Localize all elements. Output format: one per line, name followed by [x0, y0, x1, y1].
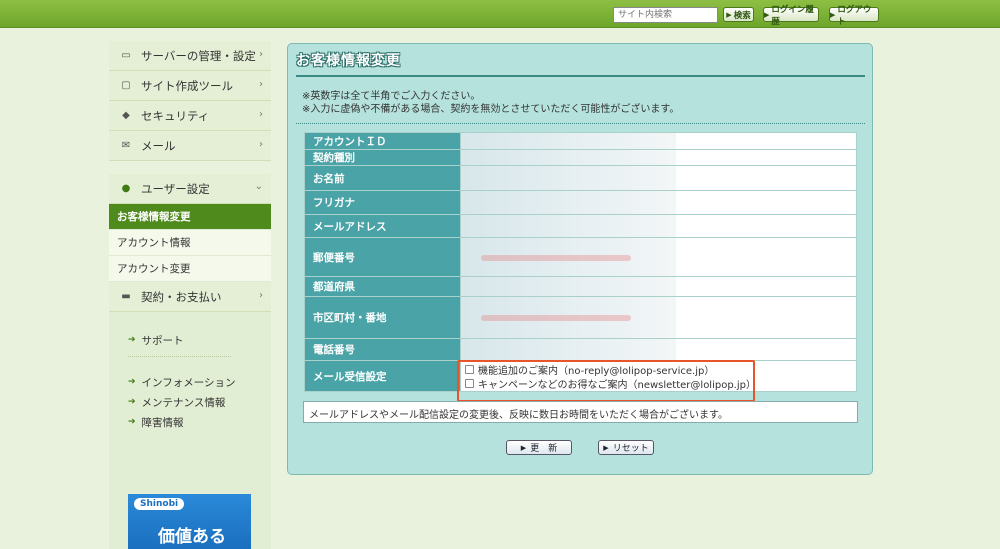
shield-icon: ◆ — [122, 110, 130, 121]
arrow-right-icon: ▶ — [726, 10, 732, 19]
customer-info-panel: お客様情報変更 ※英数字は全て半角でご入力ください。 ※入力に虚偽や不備がある場… — [287, 43, 873, 475]
field-label: 郵便番号 — [304, 237, 461, 277]
banner-text: 価値ある — [158, 527, 226, 547]
chevron-right-icon: › — [259, 290, 263, 301]
sidebar-item-user-settings[interactable]: ● ユーザー設定 ⌄ — [109, 174, 271, 204]
field-label: 契約種別 — [304, 149, 461, 166]
field-label: メール受信設定 — [304, 360, 461, 392]
note-line: ※入力に虚偽や不備がある場合、契約を無効とさせていただく可能性がございます。 — [302, 104, 680, 115]
chevron-right-icon: › — [259, 49, 263, 60]
server-icon: ▭ — [121, 50, 131, 61]
field-label: フリガナ — [304, 190, 461, 215]
form-row: 都道府県 — [304, 276, 857, 297]
laptop-icon: ▢ — [121, 80, 131, 91]
shinobi-banner[interactable]: Shinobi 価値ある — [128, 494, 251, 549]
arrow-right-icon: ▶ — [830, 10, 836, 19]
arrow-right-icon: ▶ — [520, 443, 527, 452]
field-label: 電話番号 — [304, 338, 461, 361]
form-row: 契約種別 — [304, 149, 857, 166]
form-row: メールアドレス — [304, 214, 857, 238]
arrow-right-icon: ▶ — [764, 10, 770, 19]
postal-code-field[interactable] — [460, 237, 857, 277]
field-label: 都道府県 — [304, 276, 461, 297]
update-button[interactable]: ▶ 更 新 — [506, 440, 572, 455]
link-information[interactable]: ➔ インフォメーション — [128, 372, 271, 392]
sidebar-item-server[interactable]: ▭ サーバーの管理・設定 › — [109, 41, 271, 71]
arrow-right-icon: ➔ — [128, 397, 136, 407]
field-label: アカウントＩＤ — [304, 132, 461, 150]
arrow-right-icon: ➔ — [128, 417, 136, 427]
highlight-box — [457, 360, 755, 402]
name-field[interactable] — [460, 165, 857, 191]
form-row: お名前 — [304, 165, 857, 191]
field-label: メールアドレス — [304, 214, 461, 238]
search-input[interactable] — [613, 7, 718, 23]
sidebar-item-security[interactable]: ◆ セキュリティ › — [109, 101, 271, 131]
account-id-value — [460, 132, 857, 150]
page-title: お客様情報変更 — [296, 53, 401, 69]
top-bar: ▶ 検索 ▶ ログイン履歴 ▶ ログアウト — [0, 0, 1000, 28]
logout-button[interactable]: ▶ ログアウト — [829, 5, 879, 27]
search-button[interactable]: ▶ 検索 — [723, 7, 754, 22]
field-label: 市区町村・番地 — [304, 296, 461, 339]
link-outage[interactable]: ➔ 障害情報 — [128, 412, 271, 432]
arrow-right-icon: ➔ — [128, 377, 136, 387]
card-icon: ▬ — [121, 291, 131, 302]
sidebar-sub-account-info[interactable]: アカウント情報 — [109, 230, 271, 256]
chevron-right-icon: › — [259, 79, 263, 90]
chevron-right-icon: › — [259, 139, 263, 150]
sidebar-links: ➔ サポート ➔ インフォメーション ➔ メンテナンス情報 ➔ 障害情報 — [109, 312, 271, 432]
form-row: アカウントＩＤ — [304, 132, 857, 150]
contract-type-value — [460, 149, 857, 166]
notes: ※英数字は全て半角でご入力ください。 ※入力に虚偽や不備がある場合、契約を無効と… — [302, 90, 679, 116]
title-divider — [296, 75, 865, 77]
note-line: ※英数字は全て半角でご入力ください。 — [302, 91, 481, 102]
link-support[interactable]: ➔ サポート — [128, 330, 271, 350]
customer-info-form: アカウントＩＤ 契約種別 お名前 フリガナ メールアドレス 郵便番号 都道府県 — [304, 132, 857, 392]
reset-button[interactable]: ▶ リセット — [598, 440, 654, 455]
user-icon: ● — [121, 183, 131, 194]
prefecture-select[interactable] — [460, 276, 857, 297]
form-row: 電話番号 — [304, 338, 857, 361]
banner-logo: Shinobi — [134, 498, 185, 510]
divider — [128, 356, 231, 366]
furigana-field[interactable] — [460, 190, 857, 215]
phone-field[interactable] — [460, 338, 857, 361]
sidebar: ▭ サーバーの管理・設定 › ▢ サイト作成ツール › ◆ セキュリティ › ✉… — [109, 41, 271, 549]
field-label: お名前 — [304, 165, 461, 191]
chevron-right-icon: › — [259, 109, 263, 120]
mail-icon: ✉ — [121, 140, 131, 151]
address-field[interactable] — [460, 296, 857, 339]
info-message: メールアドレスやメール配信設定の変更後、反映に数日お時間をいただく場合がございま… — [303, 401, 858, 423]
login-history-button[interactable]: ▶ ログイン履歴 — [763, 5, 819, 27]
email-field[interactable] — [460, 214, 857, 238]
notes-divider — [296, 123, 865, 124]
form-row: 郵便番号 — [304, 237, 857, 277]
sidebar-item-site-tools[interactable]: ▢ サイト作成ツール › — [109, 71, 271, 101]
chevron-down-icon: ⌄ — [254, 181, 263, 192]
link-maintenance[interactable]: ➔ メンテナンス情報 — [128, 392, 271, 412]
sidebar-sub-account-change[interactable]: アカウント変更 — [109, 256, 271, 282]
form-row: フリガナ — [304, 190, 857, 215]
sidebar-item-mail[interactable]: ✉ メール › — [109, 131, 271, 161]
arrow-right-icon: ➔ — [128, 335, 136, 345]
form-row: 市区町村・番地 — [304, 296, 857, 339]
sidebar-item-contract[interactable]: ▬ 契約・お支払い › — [109, 282, 271, 312]
arrow-right-icon: ▶ — [603, 443, 609, 452]
sidebar-sub-customer-info[interactable]: お客様情報変更 — [109, 204, 271, 230]
